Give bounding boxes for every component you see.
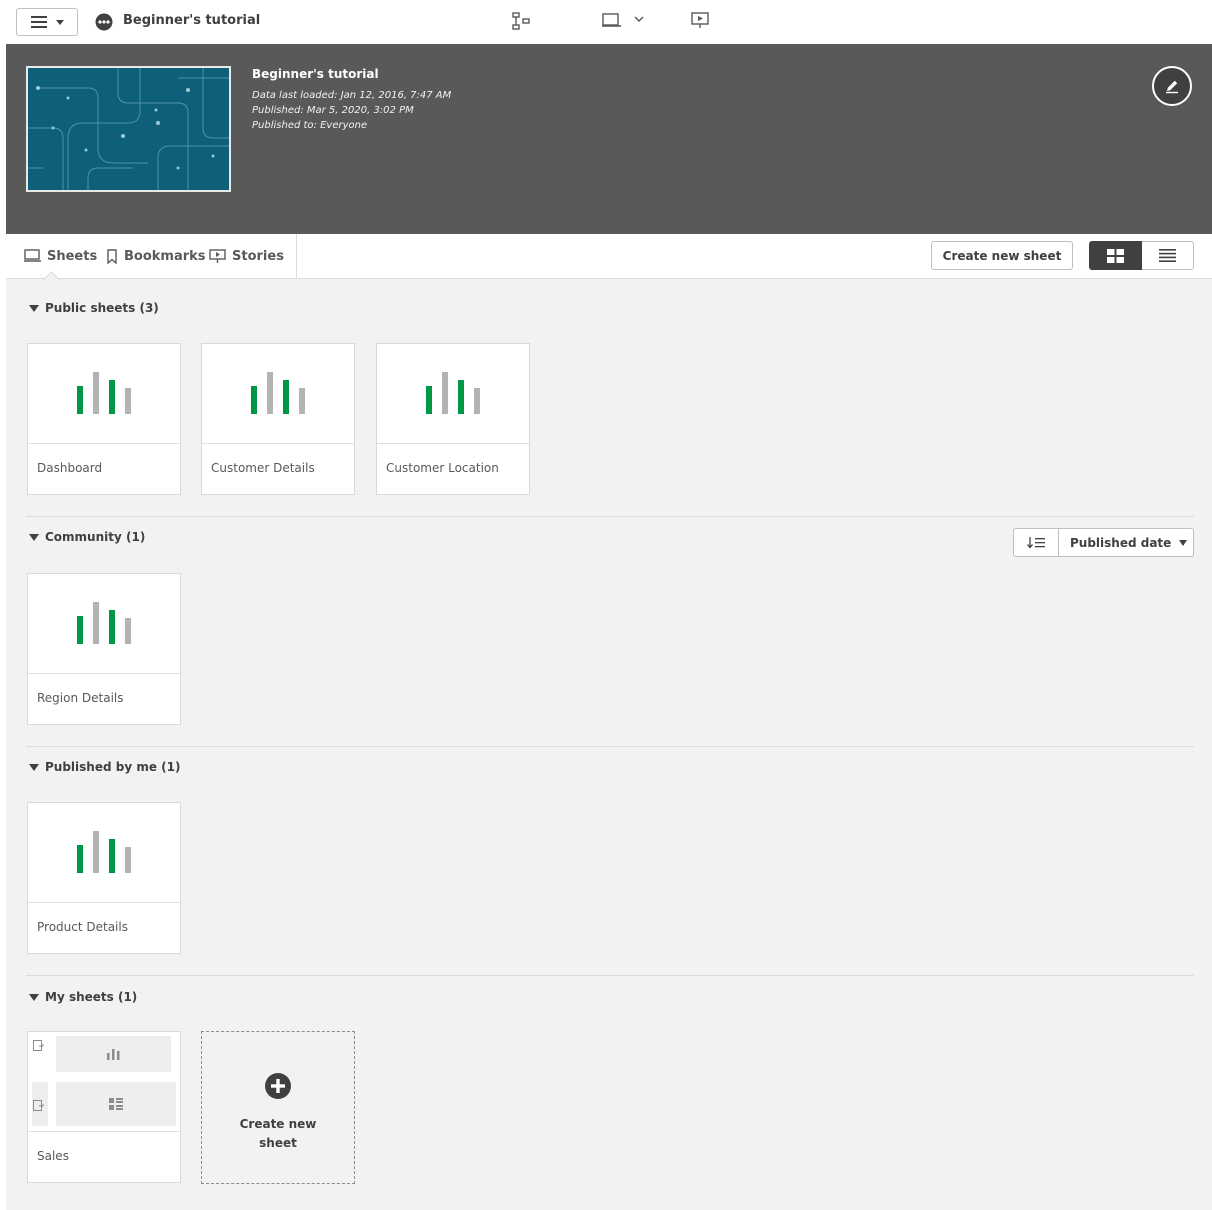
tab-sheets-label: Sheets	[47, 248, 98, 264]
plus-circle-icon	[265, 1073, 291, 1099]
sheet-card-title: Region Details	[37, 691, 124, 705]
list-view-toggle[interactable]	[1142, 241, 1194, 270]
story-icon[interactable]	[691, 12, 709, 30]
sheet-icon	[24, 249, 41, 262]
section-divider	[26, 516, 1194, 517]
sheet-card-title: Sales	[37, 1149, 69, 1163]
section-title-community: Community (1)	[45, 530, 146, 544]
pencil-icon	[1166, 80, 1178, 94]
sheet-card-title: Customer Location	[386, 461, 499, 475]
hamburger-icon	[30, 16, 47, 28]
mini-bar-chart-cell	[56, 1036, 171, 1072]
sheet-thumbnail	[28, 803, 180, 903]
create-new-sheet-card-label: Create new sheet	[202, 1115, 354, 1153]
sheet-thumbnail	[377, 344, 529, 444]
sheet-card-customer-details[interactable]: Customer Details	[201, 343, 355, 495]
create-new-sheet-button[interactable]: Create new sheet	[931, 241, 1073, 270]
sheet-thumbnail	[28, 1032, 180, 1132]
drag-handle-icon	[31, 1098, 47, 1114]
dropdown-caret-icon	[55, 19, 64, 25]
app-thumbnail-pattern	[28, 68, 229, 190]
section-public-sheets-toggle[interactable]: Public sheets (3)	[29, 299, 159, 317]
section-title-public: Public sheets (3)	[45, 301, 159, 315]
sort-by-label: Published date	[1070, 535, 1172, 550]
bar-chart-thumbnail-icon	[77, 601, 131, 644]
grid-view-icon	[1107, 248, 1124, 263]
section-title-my-sheets: My sheets (1)	[45, 990, 138, 1004]
sheet-card-sales[interactable]: Sales	[27, 1031, 181, 1183]
mini-table-cell	[56, 1082, 176, 1126]
chevron-down-icon[interactable]	[634, 15, 644, 23]
tab-bookmarks-label: Bookmarks	[124, 248, 206, 264]
drag-handle-icon	[31, 1038, 47, 1054]
tabs-divider	[296, 234, 297, 278]
section-divider	[26, 975, 1194, 976]
caret-down-icon	[29, 763, 39, 771]
table-icon	[109, 1098, 123, 1110]
app-title: Beginner's tutorial	[123, 13, 261, 28]
caret-down-icon	[29, 533, 39, 541]
top-toolbar: Beginner's tutorial	[0, 0, 1212, 44]
sheets-content-area	[6, 279, 1212, 1210]
bar-chart-thumbnail-icon	[426, 371, 480, 414]
sheet-card-customer-location[interactable]: Customer Location	[376, 343, 530, 495]
sheet-card-region-details[interactable]: Region Details	[27, 573, 181, 725]
section-divider	[26, 746, 1194, 747]
grid-view-toggle[interactable]	[1089, 241, 1142, 270]
app-overview-header: Beginner's tutorial Data last loaded: Ja…	[6, 44, 1212, 234]
published-date: Published: Mar 5, 2020, 3:02 PM	[252, 105, 414, 116]
sheet-thumbnail	[28, 344, 180, 444]
sheet-card-product-details[interactable]: Product Details	[27, 802, 181, 954]
create-card-line-2: sheet	[259, 1136, 297, 1150]
sheet-card-dashboard[interactable]: Dashboard	[27, 343, 181, 495]
story-icon	[209, 248, 226, 263]
bookmark-icon	[107, 248, 117, 264]
analysis-sheet-icon[interactable]	[602, 12, 621, 29]
sheet-thumbnail	[202, 344, 354, 444]
create-card-line-1: Create new	[239, 1117, 317, 1131]
bar-chart-thumbnail-icon	[251, 371, 305, 414]
tab-sheets[interactable]: Sheets	[24, 246, 97, 266]
tab-stories-label: Stories	[232, 248, 284, 264]
section-my-sheets-toggle[interactable]: My sheets (1)	[29, 988, 137, 1006]
bar-chart-thumbnail-icon	[77, 830, 131, 873]
section-community-toggle[interactable]: Community (1)	[29, 528, 145, 546]
data-manager-icon[interactable]	[512, 12, 530, 30]
bar-chart-icon	[106, 1048, 119, 1060]
published-to: Published to: Everyone	[252, 120, 368, 131]
list-view-icon	[1159, 249, 1176, 262]
sort-order-icon	[1027, 536, 1045, 549]
app-icon	[95, 13, 113, 31]
data-last-loaded: Data last loaded: Jan 12, 2016, 7:47 AM	[252, 90, 452, 101]
sort-by-dropdown[interactable]: Published date	[1059, 528, 1194, 557]
sheet-card-title: Product Details	[37, 920, 128, 934]
caret-down-icon	[29, 993, 39, 1001]
sheet-card-title: Dashboard	[37, 461, 103, 475]
bar-chart-thumbnail-icon	[77, 371, 131, 414]
edit-app-details-button[interactable]	[1152, 66, 1192, 106]
app-thumbnail	[26, 66, 231, 192]
section-title-published-by-me: Published by me (1)	[45, 760, 181, 774]
app-name: Beginner's tutorial	[252, 67, 379, 81]
tab-bookmarks[interactable]: Bookmarks	[106, 246, 206, 266]
tab-stories[interactable]: Stories	[209, 246, 284, 266]
sheet-thumbnail	[28, 574, 180, 674]
caret-down-icon	[29, 304, 39, 312]
caret-down-icon	[1179, 539, 1188, 546]
sort-order-button[interactable]	[1013, 528, 1059, 557]
global-menu-button[interactable]	[16, 8, 78, 36]
create-new-sheet-card[interactable]: Create new sheet	[201, 1031, 355, 1184]
sheet-card-title: Customer Details	[211, 461, 315, 475]
section-published-by-me-toggle[interactable]: Published by me (1)	[29, 758, 180, 776]
